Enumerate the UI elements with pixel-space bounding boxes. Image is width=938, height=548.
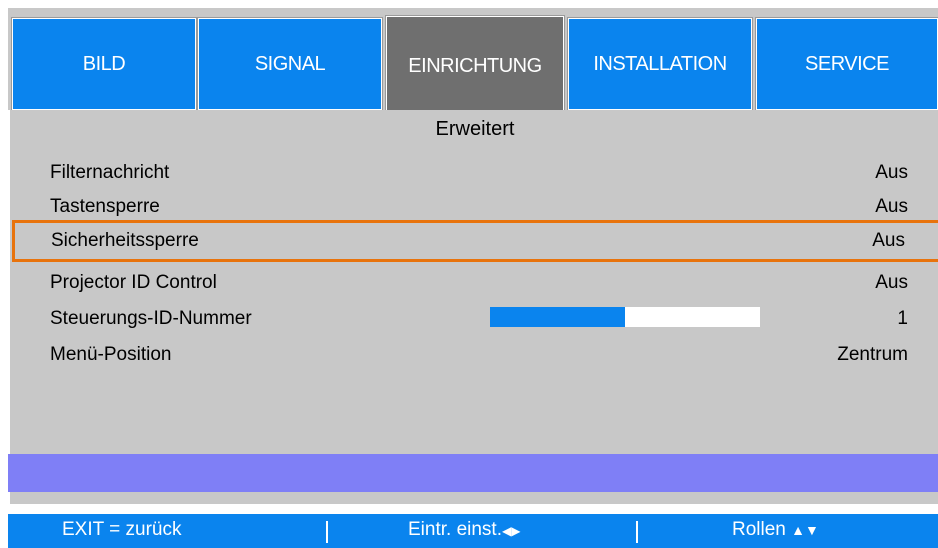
scroll-hint: Rollen ▲▼ — [732, 519, 819, 541]
exit-hint: EXIT = zurück — [62, 519, 182, 540]
row-tastensperre[interactable]: Tastensperre Aus — [34, 190, 910, 224]
section-title: Erweitert — [435, 118, 515, 140]
row-projector-id-control[interactable]: Projector ID Control Aus — [34, 266, 910, 300]
row-sicherheitssperre[interactable]: Sicherheitssperre Aus — [12, 220, 938, 262]
left-right-arrows-icon: ◀▶ — [502, 524, 521, 538]
row-steuerungs-id-nummer[interactable]: Steuerungs-ID-Nummer 1 — [34, 302, 910, 336]
id-number-slider[interactable] — [490, 307, 760, 327]
tab-bar: BILD SIGNAL EINRICHTUNG INSTALLATION SER… — [8, 6, 938, 117]
row-value: Aus — [872, 230, 905, 251]
tab-einrichtung[interactable]: EINRICHTUNG — [385, 15, 565, 117]
row-label: Steuerungs-ID-Nummer — [50, 308, 252, 329]
up-down-arrows-icon: ▲▼ — [791, 522, 819, 538]
row-value: Aus — [875, 272, 908, 293]
tab-signal[interactable]: SIGNAL — [197, 17, 383, 111]
row-value: Aus — [875, 162, 908, 183]
adjust-hint-label: Eintr. einst. — [408, 519, 502, 540]
row-menue-position[interactable]: Menü-Position Zentrum — [34, 338, 910, 372]
row-label: Filternachricht — [50, 162, 170, 183]
row-label: Tastensperre — [50, 196, 160, 217]
row-filternachricht[interactable]: Filternachricht Aus — [34, 156, 910, 190]
row-value: Aus — [875, 196, 908, 217]
row-label: Sicherheitssperre — [51, 230, 199, 251]
tab-service[interactable]: SERVICE — [755, 17, 938, 111]
row-value: 1 — [897, 308, 908, 329]
tab-installation[interactable]: INSTALLATION — [567, 17, 753, 111]
osd-menu: BILD SIGNAL EINRICHTUNG INSTALLATION SER… — [0, 0, 938, 548]
hint-bar — [8, 454, 938, 492]
adjust-hint: Eintr. einst.◀▶ — [408, 519, 520, 541]
row-label: Menü-Position — [50, 344, 172, 365]
footer-bar: EXIT = zurück Eintr. einst.◀▶ Rollen ▲▼ — [8, 514, 938, 548]
tab-bild[interactable]: BILD — [11, 17, 197, 111]
scroll-hint-label: Rollen — [732, 519, 786, 540]
footer-divider — [636, 521, 638, 543]
settings-panel: Erweitert Filternachricht Aus Tastensper… — [8, 110, 938, 504]
slider-fill — [490, 307, 625, 327]
row-label: Projector ID Control — [50, 272, 217, 293]
row-value: Zentrum — [837, 344, 908, 365]
footer-divider — [326, 521, 328, 543]
